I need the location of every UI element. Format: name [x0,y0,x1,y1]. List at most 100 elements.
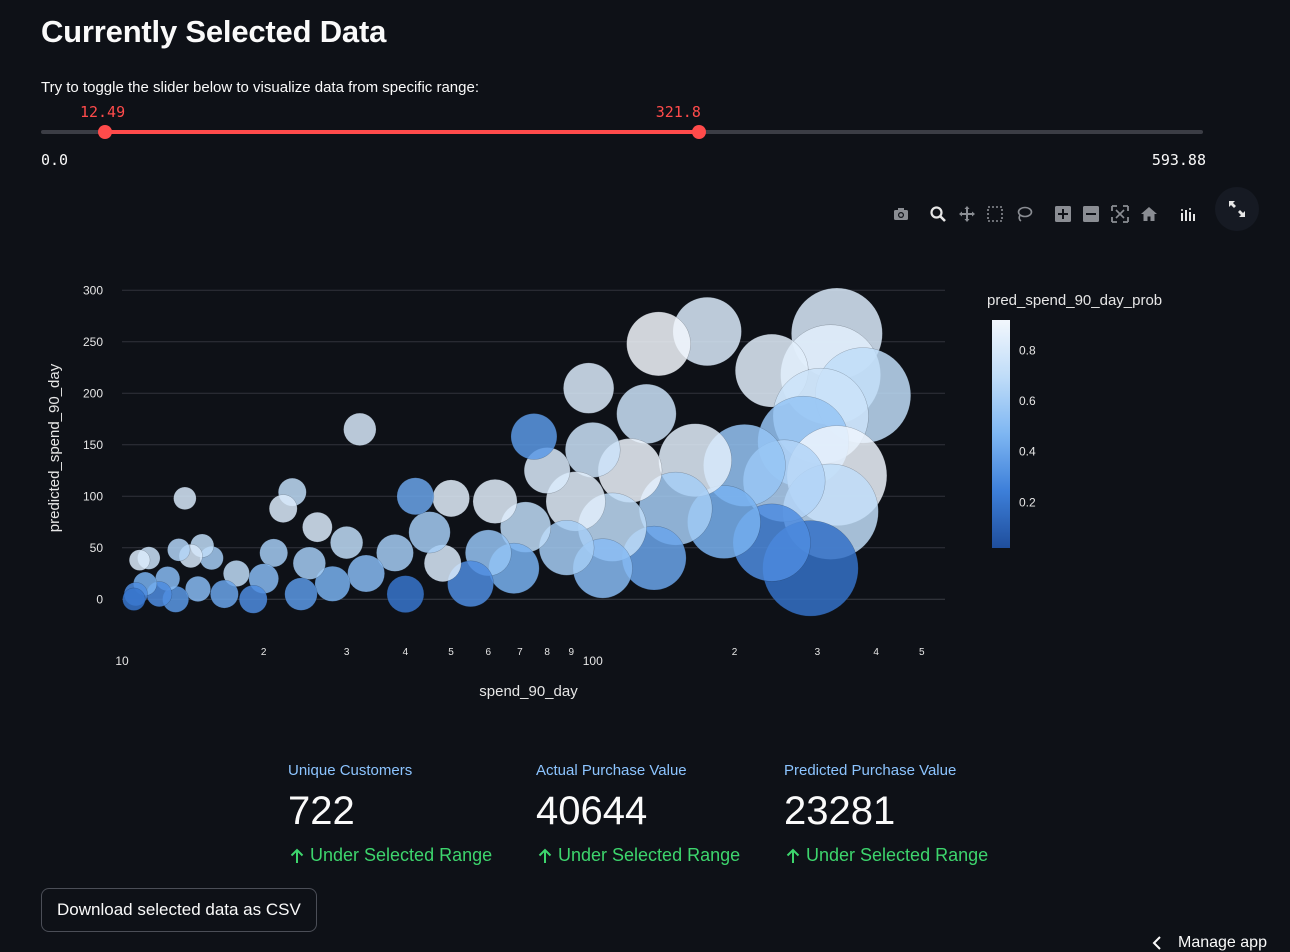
x-tick-label: 100 [583,654,603,668]
bubble-point[interactable] [259,538,288,568]
bubble-point[interactable] [210,579,239,609]
bubble-point[interactable] [238,585,268,614]
bubble-point[interactable] [292,546,326,580]
bubble-point[interactable] [185,576,211,602]
bubble-point[interactable] [284,577,318,611]
metric-value: 40644 [536,789,648,833]
y-tick-label: 150 [83,438,103,452]
x-minor-tick-label: 8 [544,647,550,658]
metric-delta: Under Selected Range [784,845,1024,866]
y-tick-label: 200 [83,386,103,400]
page-title: Currently Selected Data [41,14,387,49]
metric-label: Predicted Purchase Value [784,762,957,779]
bubble-point[interactable] [302,512,333,543]
arrow-up-icon [290,848,304,863]
slider-thumb-high[interactable] [691,125,706,139]
bubble-point[interactable] [396,477,435,516]
bubble-point[interactable] [330,526,364,560]
y-tick-label: 300 [83,283,103,297]
slider-instruction: Try to toggle the slider below to visual… [41,79,479,96]
y-tick-label: 100 [83,489,103,503]
slider-selected-range [104,130,699,134]
bubble-point[interactable] [173,486,197,510]
bubble-point[interactable] [565,422,621,478]
x-minor-tick-label: 5 [448,647,454,658]
slider-high-value: 321.8 [655,103,701,121]
x-minor-tick-label: 5 [919,647,925,658]
arrow-up-icon [538,848,552,863]
colorbar [992,320,1010,548]
bubble-point[interactable] [167,538,191,562]
bubble-point[interactable] [408,511,451,554]
metric-delta: Under Selected Range [536,845,776,866]
lasso-select-icon[interactable] [1013,202,1035,226]
colorbar-tick-label: 0.2 [1019,495,1036,509]
slider-max-label: 593.88 [1151,151,1206,169]
metric-delta-text: Under Selected Range [310,845,493,865]
metric-delta-text: Under Selected Range [806,845,989,865]
bubble-point[interactable] [616,383,677,444]
x-minor-tick-label: 3 [344,647,350,658]
y-tick-label: 0 [96,592,103,606]
bubble-point[interactable] [563,362,615,414]
pan-icon[interactable] [956,202,978,226]
arrow-up-icon [786,848,800,863]
metric-value: 722 [288,789,355,833]
x-axis-title: spend_90_day [479,683,578,700]
bubble-layer [122,287,912,617]
zoom-out-icon[interactable] [1080,202,1102,226]
bubble-point[interactable] [432,479,470,518]
zoom-in-icon[interactable] [1052,202,1074,226]
metric-predicted-purchase-value: Predicted Purchase Value 23281 Under Sel… [784,762,1024,866]
bubble-point[interactable] [386,575,425,613]
y-tick-label: 250 [83,335,103,349]
colorbar-tick-label: 0.4 [1019,445,1036,459]
bubble-point[interactable] [472,479,518,524]
chevron-left-icon [1152,936,1161,950]
x-minor-tick-label: 2 [261,647,267,658]
y-axis-title: predicted_spend_90_day [46,363,63,532]
x-tick-label: 10 [115,654,129,668]
slider-thumb-low[interactable] [97,125,112,139]
metric-delta: Under Selected Range [288,845,528,866]
x-minor-tick-label: 6 [486,647,492,658]
x-minor-tick-label: 7 [517,647,523,658]
metric-delta-text: Under Selected Range [558,845,741,865]
expand-icon [1229,201,1245,217]
manage-app-label: Manage app [1178,934,1267,951]
reset-axes-icon[interactable] [1138,202,1160,226]
slider-low-value: 12.49 [79,103,126,121]
autoscale-icon[interactable] [1109,202,1131,226]
bubble-point[interactable] [347,554,385,593]
bubble-point[interactable] [128,549,151,571]
zoom-icon[interactable] [927,202,949,226]
metric-unique-customers: Unique Customers 722 Under Selected Rang… [288,762,528,866]
colorbar-tick-label: 0.6 [1019,394,1036,408]
range-slider[interactable]: 12.49 321.8 0.0 593.88 [41,100,1206,170]
download-csv-button[interactable]: Download selected data as CSV [41,888,317,932]
fullscreen-button[interactable] [1215,187,1259,231]
bubble-point[interactable] [343,412,377,446]
x-minor-tick-label: 4 [873,647,879,658]
colorbar-title: pred_spend_90_day_prob [987,292,1162,309]
metric-value: 23281 [784,789,896,833]
manage-app-button[interactable]: Manage app [1152,934,1267,952]
bubble-point[interactable] [510,413,558,460]
x-minor-tick-label: 2 [732,647,738,658]
bubble-point[interactable] [626,311,691,377]
bubble-chart[interactable]: 0 50 100 150 200 250 300 10 100 2 3 4 5 6 7 8 9 2 3 4 5 spend… [0,250,1290,720]
camera-icon[interactable] [890,202,912,226]
colorbar-tick-label: 0.8 [1019,343,1036,357]
metric-actual-purchase-value: Actual Purchase Value 40644 Under Select… [536,762,776,866]
slider-min-label: 0.0 [41,151,69,169]
x-minor-tick-label: 9 [568,647,574,658]
x-minor-tick-label: 4 [403,647,409,658]
y-tick-label: 50 [90,541,104,555]
bubble-point[interactable] [268,494,298,523]
x-minor-tick-label: 3 [815,647,821,658]
box-select-icon[interactable] [984,202,1006,226]
metric-label: Unique Customers [288,762,413,779]
plotly-logo-icon[interactable] [1176,202,1198,226]
metric-label: Actual Purchase Value [536,762,687,779]
bubble-point[interactable] [122,587,146,611]
